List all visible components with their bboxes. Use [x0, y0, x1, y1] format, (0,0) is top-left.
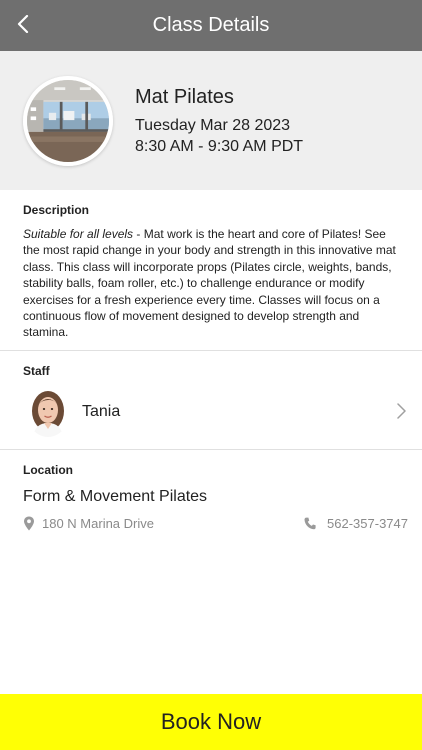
avatar [27, 389, 69, 437]
phone-icon [304, 517, 316, 529]
phone-text: 562-357-3747 [327, 515, 408, 531]
location-name: Form & Movement Pilates [23, 488, 208, 505]
description-lead: Suitable for all levels [23, 227, 134, 241]
staff-row[interactable]: Tania [0, 385, 422, 441]
address-link[interactable]: 180 N Marina Drive [23, 514, 154, 532]
phone-link[interactable]: 562-357-3747 [304, 514, 408, 532]
address-text: 180 N Marina Drive [42, 515, 154, 531]
nav-bar: Class Details [0, 0, 422, 51]
class-name: Mat Pilates [135, 86, 234, 108]
divider [0, 449, 422, 450]
description-body: - Mat work is the heart and core of Pila… [23, 227, 396, 340]
location-label: Location [23, 463, 73, 477]
description-label: Description [23, 203, 90, 217]
staff-label: Staff [23, 364, 50, 378]
class-header: Mat Pilates Tuesday Mar 28 2023 8:30 AM … [0, 51, 422, 190]
chevron-right-icon [397, 403, 406, 419]
book-now-button[interactable]: Book Now [0, 694, 422, 750]
description-text: Suitable for all levels - Mat work is th… [23, 226, 401, 341]
map-pin-icon [24, 516, 34, 530]
staff-name: Tania [82, 403, 121, 420]
page-title: Class Details [152, 14, 270, 36]
divider [0, 350, 422, 351]
class-time: 8:30 AM - 9:30 AM PDT [135, 138, 304, 155]
class-photo [23, 76, 113, 166]
class-date: Tuesday Mar 28 2023 [135, 117, 291, 134]
